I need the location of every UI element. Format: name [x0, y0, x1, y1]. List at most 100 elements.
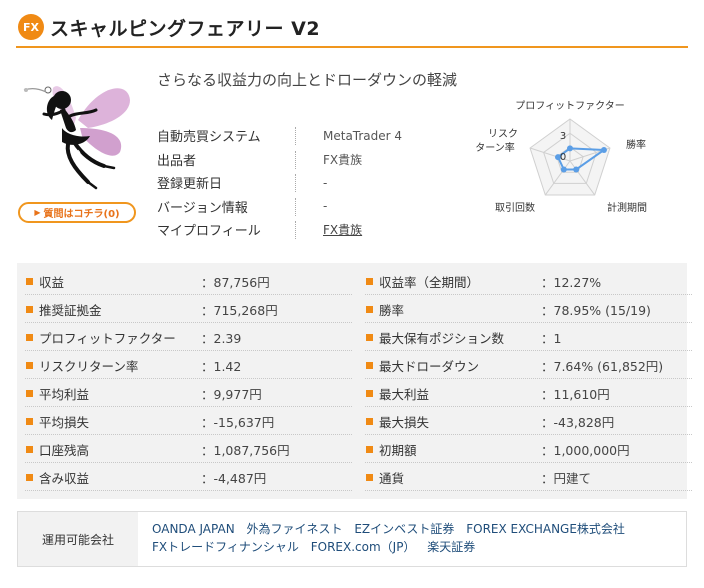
stat-row: 収益 ：87,756円 — [17, 267, 352, 295]
stat-key: 平均損失 — [39, 414, 90, 430]
stat-key: 含み収益 — [39, 470, 90, 486]
info-separator — [295, 197, 296, 216]
stat-value: ：1,087,756円 — [201, 442, 290, 458]
stat-value: ：-4,487円 — [201, 470, 267, 486]
brokers-line-2: FXトレードフィナンシャル FOREX.com（JP） 楽天証券 — [152, 538, 633, 556]
stat-row: 収益率（全期間） ：12.27% — [357, 267, 692, 295]
radar-axis-profit-factor: プロフィットファクター — [515, 100, 624, 112]
info-key: 自動売買システム — [157, 130, 261, 146]
bullet-square-icon — [366, 417, 373, 425]
profile-link[interactable]: FX貴族 — [295, 221, 362, 238]
radar-grid — [529, 118, 611, 196]
radar-point — [600, 146, 607, 153]
bullet-square-icon — [26, 277, 33, 285]
stat-value: ：7.64% (61,852円) — [541, 358, 664, 374]
triangle-right-icon: ▶ — [34, 208, 41, 217]
info-row-version: バージョン情報 - — [157, 195, 402, 219]
stat-value: ：11,610円 — [541, 386, 610, 402]
stat-row: リスクリターン率 ：1.42 — [17, 351, 352, 379]
bullet-square-icon — [26, 445, 33, 453]
stat-value: ：9,977円 — [201, 386, 262, 402]
bullet-square-icon — [366, 277, 373, 285]
bullet-square-icon — [26, 305, 33, 313]
stat-key: 通貨 — [379, 470, 405, 486]
stat-row: 最大ドローダウン ：7.64% (61,852円) — [357, 351, 692, 379]
info-key: 登録更新日 — [157, 177, 223, 193]
stats-panel: 収益 ：87,756円 推奨証拠金 ：715,268円 プロフィットファクター ：2.… — [17, 263, 692, 499]
info-value: - — [323, 199, 328, 214]
broker-name: FOREX.com（JP） — [310, 540, 416, 554]
stat-key: リスクリターン率 — [39, 358, 139, 374]
system-info-list: 自動売買システム MetaTrader 4 出品者 FX貴族 登録更新日 - バ… — [157, 124, 402, 242]
radar-scale-min: 0 — [560, 152, 566, 163]
performance-radar-chart: プロフィットファクター 勝率 計測期間 取引回数 リスク ターン率 3 0 — [475, 100, 647, 214]
page-header: FX スキャルピングフェアリー V2 — [16, 8, 688, 48]
stats-column-right: 収益率（全期間） ：12.27% 勝率 ：78.95% (15/19) 最大保有ポジ… — [357, 267, 692, 491]
radar-point — [567, 145, 573, 152]
bullet-square-icon — [366, 445, 373, 453]
bullet-square-icon — [26, 389, 33, 397]
bullet-square-icon — [366, 305, 373, 313]
stat-value: ：1.42 — [201, 358, 242, 374]
stat-key: 収益率（全期間） — [379, 274, 480, 290]
stat-key: プロフィットファクター — [39, 330, 176, 346]
info-row-platform: 自動売買システム MetaTrader 4 — [157, 124, 402, 148]
stat-row: 初期額 ：1,000,000円 — [357, 435, 692, 463]
stat-value: ：-43,828円 — [541, 414, 615, 430]
stat-row: 勝率 ：78.95% (15/19) — [357, 295, 692, 323]
ask-question-button[interactable]: ▶ 質問はコチラ(0) — [18, 202, 136, 223]
radar-point — [573, 166, 580, 173]
info-separator — [295, 150, 296, 169]
stat-value: ：2.39 — [201, 330, 242, 346]
stat-key: 収益 — [39, 274, 65, 290]
stat-key: 推奨証拠金 — [39, 302, 102, 318]
stat-row: 最大利益 ：11,610円 — [357, 379, 692, 407]
stat-value: ：-15,637円 — [201, 414, 275, 430]
broker-name: FOREX EXCHANGE株式会社 — [466, 522, 625, 536]
stat-row: 平均損失 ：-15,637円 — [17, 407, 352, 435]
ask-question-label: 質問はコチラ(0) — [43, 209, 120, 220]
info-row-profile: マイプロフィール FX貴族 — [157, 218, 402, 242]
bullet-square-icon — [26, 333, 33, 341]
bullet-square-icon — [366, 333, 373, 341]
broker-name: 外為ファイネスト — [246, 522, 343, 536]
fairy-silhouette-image — [23, 86, 130, 190]
stat-key: 最大損失 — [379, 414, 430, 430]
stat-key: 最大ドローダウン — [379, 358, 480, 374]
available-brokers-box: 運用可能会社 OANDA JAPAN 外為ファイネスト EZインベスト証券 FO… — [17, 511, 687, 567]
radar-axis-risk-return-line2: ターン率 — [475, 141, 515, 154]
info-separator — [295, 127, 296, 145]
stat-row: 推奨証拠金 ：715,268円 — [17, 295, 352, 323]
radar-scale-max: 3 — [560, 131, 566, 142]
info-key: バージョン情報 — [157, 200, 248, 216]
brokers-line-1: OANDA JAPAN 外為ファイネスト EZインベスト証券 FOREX EXC… — [152, 520, 633, 538]
stat-row: 通貨 ：円建て — [357, 463, 692, 491]
stat-value: ：円建て — [541, 470, 592, 486]
stat-key: 最大利益 — [379, 386, 430, 402]
stat-row: 最大損失 ：-43,828円 — [357, 407, 692, 435]
stat-row: 含み収益 ：-4,487円 — [17, 463, 352, 491]
system-subtitle: さらなる収益力の向上とドローダウンの軽減 — [157, 71, 458, 89]
stat-row: 最大保有ポジション数 ：1 — [357, 323, 692, 351]
bullet-square-icon — [26, 417, 33, 425]
stat-row: 平均利益 ：9,977円 — [17, 379, 352, 407]
bullet-square-icon — [366, 473, 373, 481]
stat-row: 口座残高 ：1,087,756円 — [17, 435, 352, 463]
stat-value: ：1 — [541, 330, 562, 346]
stats-column-left: 収益 ：87,756円 推奨証拠金 ：715,268円 プロフィットファクター ：2.… — [17, 267, 352, 491]
bullet-square-icon — [26, 473, 33, 481]
radar-axis-win-rate: 勝率 — [626, 138, 646, 151]
stat-value: ：78.95% (15/19) — [541, 302, 651, 318]
info-value: FX貴族 — [323, 152, 363, 167]
broker-name: OANDA JAPAN — [152, 522, 235, 536]
broker-name: 楽天証券 — [427, 540, 476, 554]
stat-value: ：715,268円 — [201, 302, 278, 318]
stat-key: 最大保有ポジション数 — [379, 330, 505, 346]
info-value: - — [323, 175, 328, 190]
info-key: 出品者 — [157, 153, 197, 169]
info-row-seller: 出品者 FX貴族 — [157, 148, 402, 172]
info-separator — [295, 221, 296, 239]
bullet-square-icon — [366, 389, 373, 397]
fx-badge-icon: FX — [18, 14, 44, 40]
bullet-square-icon — [366, 361, 373, 369]
